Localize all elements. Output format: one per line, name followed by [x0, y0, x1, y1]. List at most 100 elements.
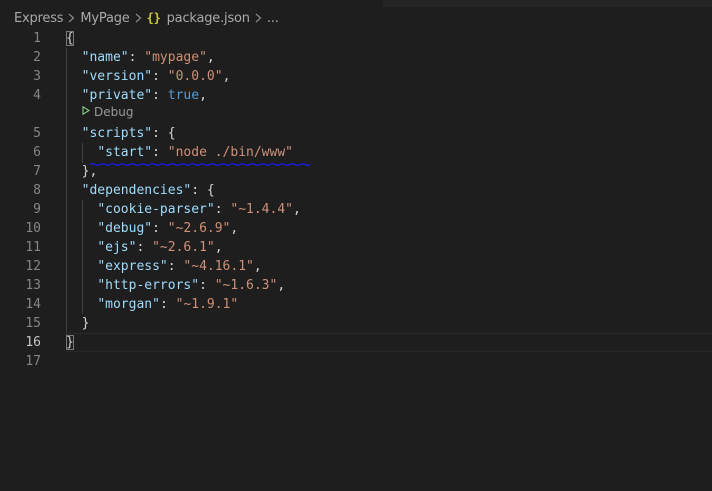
- json-key: "morgan": [97, 297, 160, 312]
- code-line[interactable]: 17: [0, 352, 712, 371]
- code-text: "http-errors": "~1.6.3",: [66, 276, 285, 295]
- code-text: "version": "0.0.0",: [66, 67, 231, 86]
- code-text: "morgan": "~1.9.1": [66, 295, 238, 314]
- code-text: {: [66, 29, 74, 48]
- code-line[interactable]: 2 "name": "mypage",: [0, 48, 712, 67]
- punctuation: :: [136, 240, 153, 255]
- play-icon: [82, 105, 91, 118]
- code-line[interactable]: 9 "cookie-parser": "~1.4.4",: [0, 200, 712, 219]
- punctuation: :: [159, 297, 176, 312]
- code-line[interactable]: 13 "http-errors": "~1.6.3",: [0, 276, 712, 295]
- punctuation: }: [66, 316, 90, 331]
- punctuation: ,: [293, 202, 301, 217]
- punctuation: :: [152, 88, 168, 103]
- punctuation: ,: [214, 240, 223, 255]
- chevron-right-icon: [255, 13, 262, 23]
- code-text: "debug": "~2.6.9",: [66, 219, 238, 238]
- code-line[interactable]: 11 "ejs": "~2.6.1",: [0, 238, 712, 257]
- json-key: "ejs": [97, 240, 137, 255]
- punctuation: [66, 278, 97, 293]
- code-text: "scripts": {: [66, 124, 176, 143]
- code-line[interactable]: 1{: [0, 29, 712, 48]
- punctuation: },: [66, 164, 98, 179]
- punctuation: ,: [206, 50, 215, 65]
- json-key: "debug": [97, 221, 153, 236]
- code-line[interactable]: 14 "morgan": "~1.9.1": [0, 295, 712, 314]
- code-text: "express": "~4.16.1",: [66, 257, 262, 276]
- line-number: 3: [33, 69, 41, 84]
- punctuation: : {: [191, 183, 215, 198]
- json-key: "express": [97, 259, 168, 274]
- code-text: }: [66, 314, 90, 333]
- json-string: "mypage": [144, 50, 207, 65]
- debug-codelens[interactable]: Debug: [82, 104, 133, 120]
- code-line[interactable]: 6 "start": "node ./bin/www": [0, 143, 712, 162]
- punctuation: [66, 297, 97, 312]
- punctuation: :: [214, 202, 231, 217]
- json-string: "node ./bin/www": [167, 145, 293, 160]
- punctuation: :: [152, 145, 168, 160]
- code-text: "dependencies": {: [66, 181, 215, 200]
- code-line[interactable]: 8 "dependencies": {: [0, 181, 712, 200]
- json-string: "~1.9.1": [175, 297, 239, 312]
- json-boolean: true: [167, 88, 200, 103]
- chevron-right-icon: [68, 13, 75, 23]
- code-line[interactable]: 16}: [0, 333, 712, 352]
- punctuation: :: [199, 278, 215, 293]
- line-number: 9: [33, 202, 41, 217]
- json-key: "name": [81, 50, 129, 65]
- code-line[interactable]: 5 "scripts": {: [0, 124, 712, 143]
- json-string: "~4.16.1": [183, 259, 254, 274]
- line-number: 2: [33, 50, 41, 65]
- code-line[interactable]: 12 "express": "~4.16.1",: [0, 257, 712, 276]
- code-text: "name": "mypage",: [66, 48, 215, 67]
- json-key: "private": [81, 88, 153, 103]
- debug-label: Debug: [94, 105, 134, 119]
- line-number: 11: [25, 240, 41, 255]
- code-line[interactable]: 10 "debug": "~2.6.9",: [0, 219, 712, 238]
- punctuation: [66, 202, 97, 217]
- line-number: 15: [25, 316, 41, 331]
- punctuation: [66, 145, 97, 160]
- punctuation: ,: [253, 259, 262, 274]
- punctuation: [66, 50, 82, 65]
- punctuation: [66, 221, 97, 236]
- code-line[interactable]: 3 "version": "0.0.0",: [0, 67, 712, 86]
- punctuation: [66, 259, 97, 274]
- code-editor[interactable]: 1{2 "name": "mypage", 3 "version": "0.0.0…: [0, 29, 712, 491]
- code-text: "start": "node ./bin/www": [66, 143, 293, 162]
- punctuation: ,: [277, 278, 286, 293]
- line-number: 12: [25, 259, 41, 274]
- line-number: 1: [33, 31, 41, 46]
- code-line[interactable]: 15 }: [0, 314, 712, 333]
- chevron-right-icon: [135, 13, 142, 23]
- json-string: "~1.4.4": [230, 202, 293, 217]
- line-number: 17: [25, 354, 41, 369]
- breadcrumb-item-mypage[interactable]: MyPage: [80, 11, 129, 26]
- json-key: "start": [97, 145, 153, 160]
- punctuation: ,: [222, 69, 231, 84]
- line-number: 6: [33, 145, 41, 160]
- json-file-icon: {}: [146, 11, 161, 25]
- punctuation: : {: [152, 126, 176, 141]
- breadcrumb-item-file[interactable]: package.json: [167, 11, 250, 26]
- punctuation: [66, 240, 97, 255]
- punctuation: [66, 183, 82, 198]
- breadcrumb-more[interactable]: ...: [267, 11, 279, 26]
- json-key: "scripts": [81, 126, 153, 141]
- punctuation: ,: [230, 221, 239, 236]
- punctuation: :: [152, 221, 168, 236]
- line-number: 10: [25, 221, 41, 236]
- code-text: "cookie-parser": "~1.4.4",: [66, 200, 301, 219]
- json-string: "~2.6.1": [152, 240, 215, 255]
- code-text: }: [66, 333, 74, 352]
- code-line[interactable]: 4 "private": true,: [0, 86, 712, 105]
- json-key: "cookie-parser": [97, 202, 215, 217]
- line-number: 14: [25, 297, 41, 312]
- punctuation: :: [128, 50, 145, 65]
- breadcrumb-item-express[interactable]: Express: [14, 11, 64, 26]
- punctuation: [66, 88, 82, 103]
- punctuation: [66, 69, 82, 84]
- punctuation: ,: [199, 88, 207, 103]
- line-number: 13: [25, 278, 41, 293]
